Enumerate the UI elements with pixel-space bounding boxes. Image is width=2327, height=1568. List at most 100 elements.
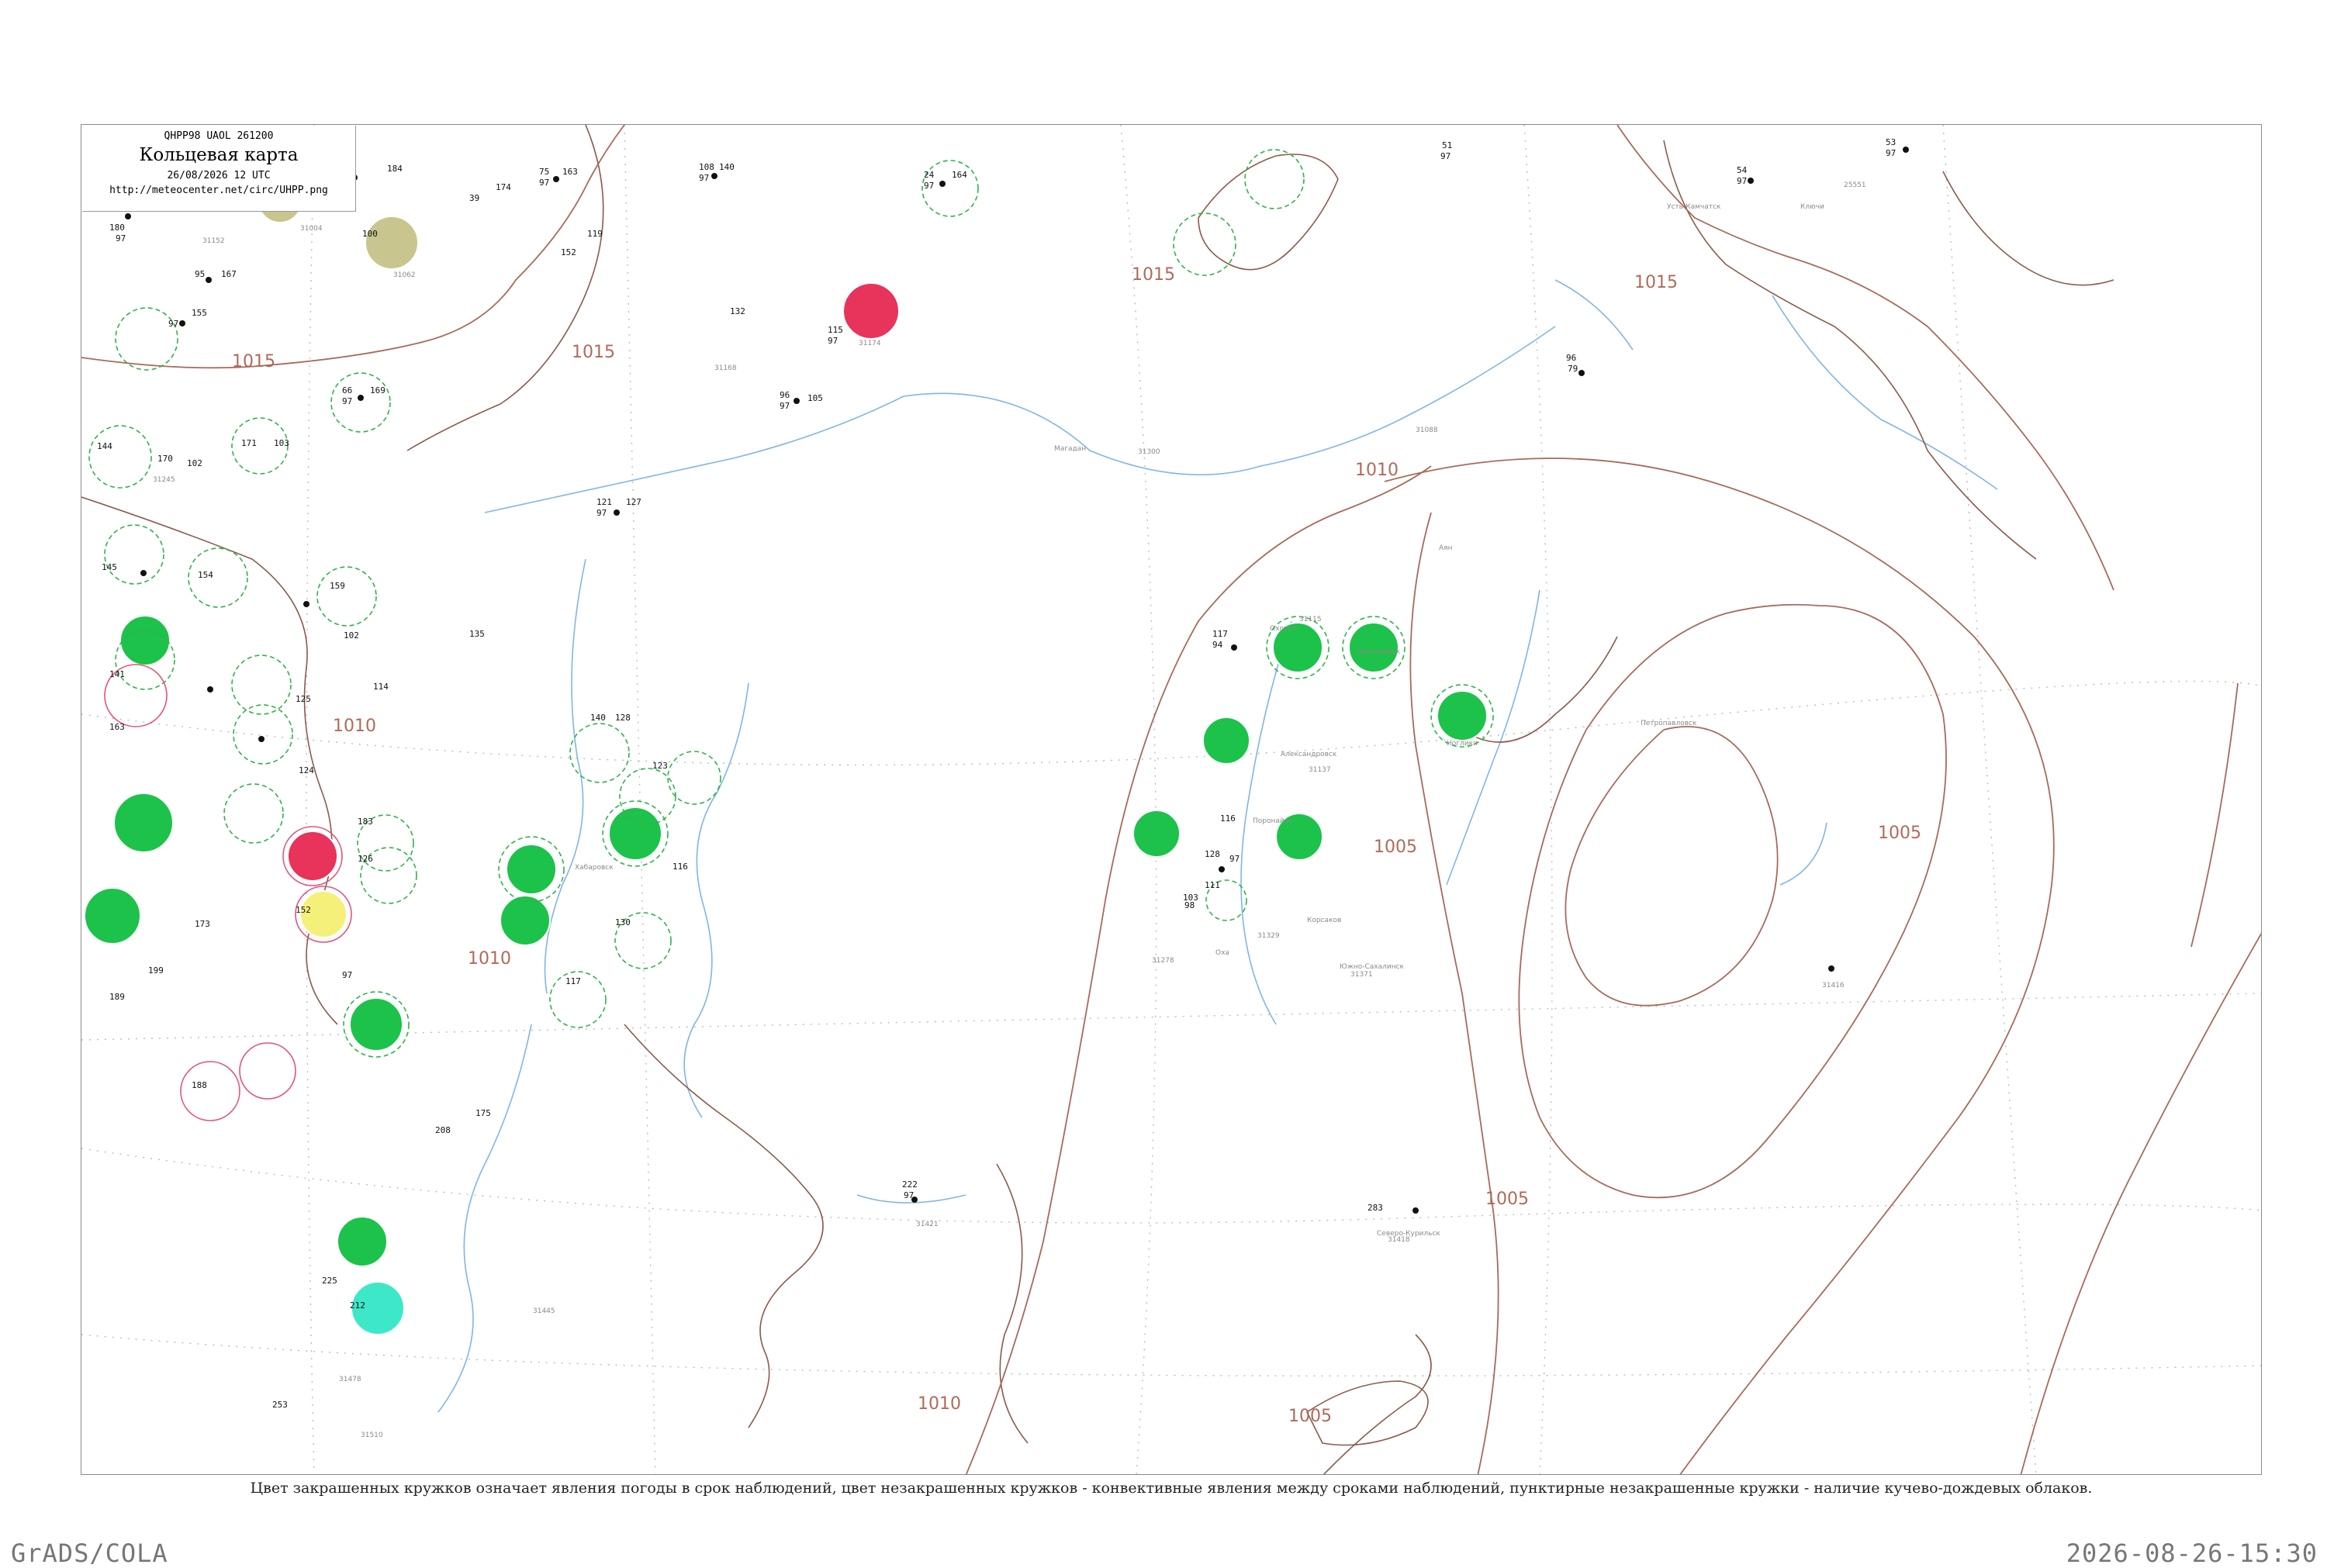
station-circle-red	[287, 831, 338, 882]
dashed-rings	[88, 149, 1494, 1058]
station-value: 100	[362, 229, 378, 239]
station-circle	[349, 997, 403, 1052]
station-name: Николаевск	[1357, 648, 1401, 656]
station-circle	[119, 615, 171, 666]
station-value: 225	[322, 1276, 337, 1286]
station-marker	[794, 398, 800, 404]
legend-caption: Цвет закрашенных кружков означает явлени…	[250, 1480, 2093, 1497]
station-value: 180	[109, 223, 125, 233]
station-marker	[553, 176, 559, 182]
station-id: 31168	[714, 364, 737, 372]
station-name: Охотск	[1270, 625, 1296, 633]
station-value: 130	[615, 917, 631, 927]
station-number: 97	[828, 336, 838, 346]
cb-ring	[316, 566, 377, 627]
station-marker	[125, 213, 131, 219]
station-value: 114	[373, 682, 389, 692]
software-label: GrADS/COLA	[11, 1539, 168, 1568]
isobar-label: 1010	[333, 717, 376, 736]
station-marker	[140, 570, 147, 576]
station-value: 119	[587, 229, 603, 239]
station-number: 97	[924, 181, 934, 191]
station-value: 128	[615, 713, 631, 723]
station-value: 128	[1205, 849, 1220, 859]
station-circle	[1437, 690, 1488, 741]
rivers	[437, 279, 1998, 1413]
map-title-box: QHPP98 UAOL 261200 Кольцевая карта 26/08…	[82, 126, 356, 212]
station-value: 169	[370, 385, 386, 395]
station-value: 163	[109, 722, 125, 732]
isobar-label: 1015	[1132, 265, 1175, 285]
station-name: Северо-Курильск	[1377, 1230, 1440, 1238]
station-number: 97	[342, 970, 352, 980]
station-number: 97	[699, 173, 709, 183]
station-marker	[358, 395, 364, 401]
graticule	[81, 125, 2261, 1474]
cb-ring	[233, 704, 293, 765]
station-id: 31371	[1350, 971, 1373, 979]
station-number: 97	[168, 319, 178, 329]
station-value: 154	[198, 570, 213, 580]
station-id: 31278	[1152, 957, 1174, 965]
station-marker	[1748, 178, 1754, 184]
station-id: 31115	[1299, 616, 1322, 623]
isobar-label: 1010	[1355, 461, 1399, 480]
station-number: 97	[780, 401, 790, 411]
station-number: 95	[195, 269, 205, 279]
station-value: 96	[780, 390, 790, 400]
station-name: Южно-Сахалинск	[1340, 963, 1405, 971]
station-name: Аян	[1439, 544, 1453, 552]
map-panel: 1015 1015 1015 1015 1010 1010 1010 1010 …	[81, 124, 2262, 1475]
station-marker	[1219, 866, 1225, 872]
station-value: 188	[192, 1080, 207, 1090]
cb-ring	[330, 372, 391, 433]
station-value: 175	[475, 1108, 491, 1118]
isobar-label: 1015	[572, 343, 615, 362]
station-name: Магадан	[1054, 445, 1086, 453]
isobar-label: 1015	[232, 352, 275, 371]
station-circle	[506, 844, 557, 895]
cb-ring	[115, 307, 178, 371]
station-value: 184	[387, 164, 403, 174]
cb-ring	[231, 654, 292, 715]
station-value: 199	[148, 965, 164, 976]
station-value: 121	[596, 497, 612, 507]
station-name: Хабаровск	[575, 864, 614, 872]
station-value: 116	[1220, 813, 1236, 824]
station-value: 126	[358, 854, 373, 864]
station-value: 75	[539, 167, 549, 177]
station-marker	[1903, 147, 1909, 153]
station-ids: 25551 31004 31062 31088 31115 31137 3115…	[153, 181, 1866, 1439]
station-marker	[258, 736, 265, 742]
station-value: 124	[299, 765, 314, 775]
station-name: Усть-Камчатск	[1667, 203, 1721, 211]
convective-ring	[239, 1042, 296, 1100]
station-value: 141	[109, 669, 125, 679]
station-id: 25551	[1844, 181, 1866, 189]
isobar-label: 1005	[1878, 824, 1921, 843]
station-value: 183	[358, 817, 373, 827]
station-name: Ключи	[1800, 203, 1824, 211]
station-value: 108	[699, 162, 714, 172]
station-value: 155	[192, 308, 207, 318]
station-value: 117	[565, 976, 581, 986]
station-marker	[179, 320, 185, 326]
station-value: 167	[221, 269, 237, 279]
station-number: 97	[1229, 854, 1240, 864]
station-value: 140	[590, 713, 606, 723]
station-id: 31329	[1257, 932, 1280, 940]
station-name: Ноглики	[1447, 740, 1478, 748]
isobar-label: 1005	[1374, 838, 1417, 857]
station-value: 144	[97, 441, 112, 451]
station-value: 125	[296, 694, 311, 704]
station-number: 97	[1737, 176, 1747, 186]
isobar-label: 1010	[468, 949, 511, 969]
green-filled-circles	[84, 615, 1488, 1267]
station-name: Поронайск	[1253, 817, 1293, 825]
station-marker	[939, 181, 946, 187]
station-value: 253	[272, 1400, 288, 1410]
station-value: 164	[952, 170, 967, 180]
station-value: 24	[924, 170, 935, 180]
station-value: 174	[496, 182, 511, 192]
station-marker	[206, 277, 212, 283]
